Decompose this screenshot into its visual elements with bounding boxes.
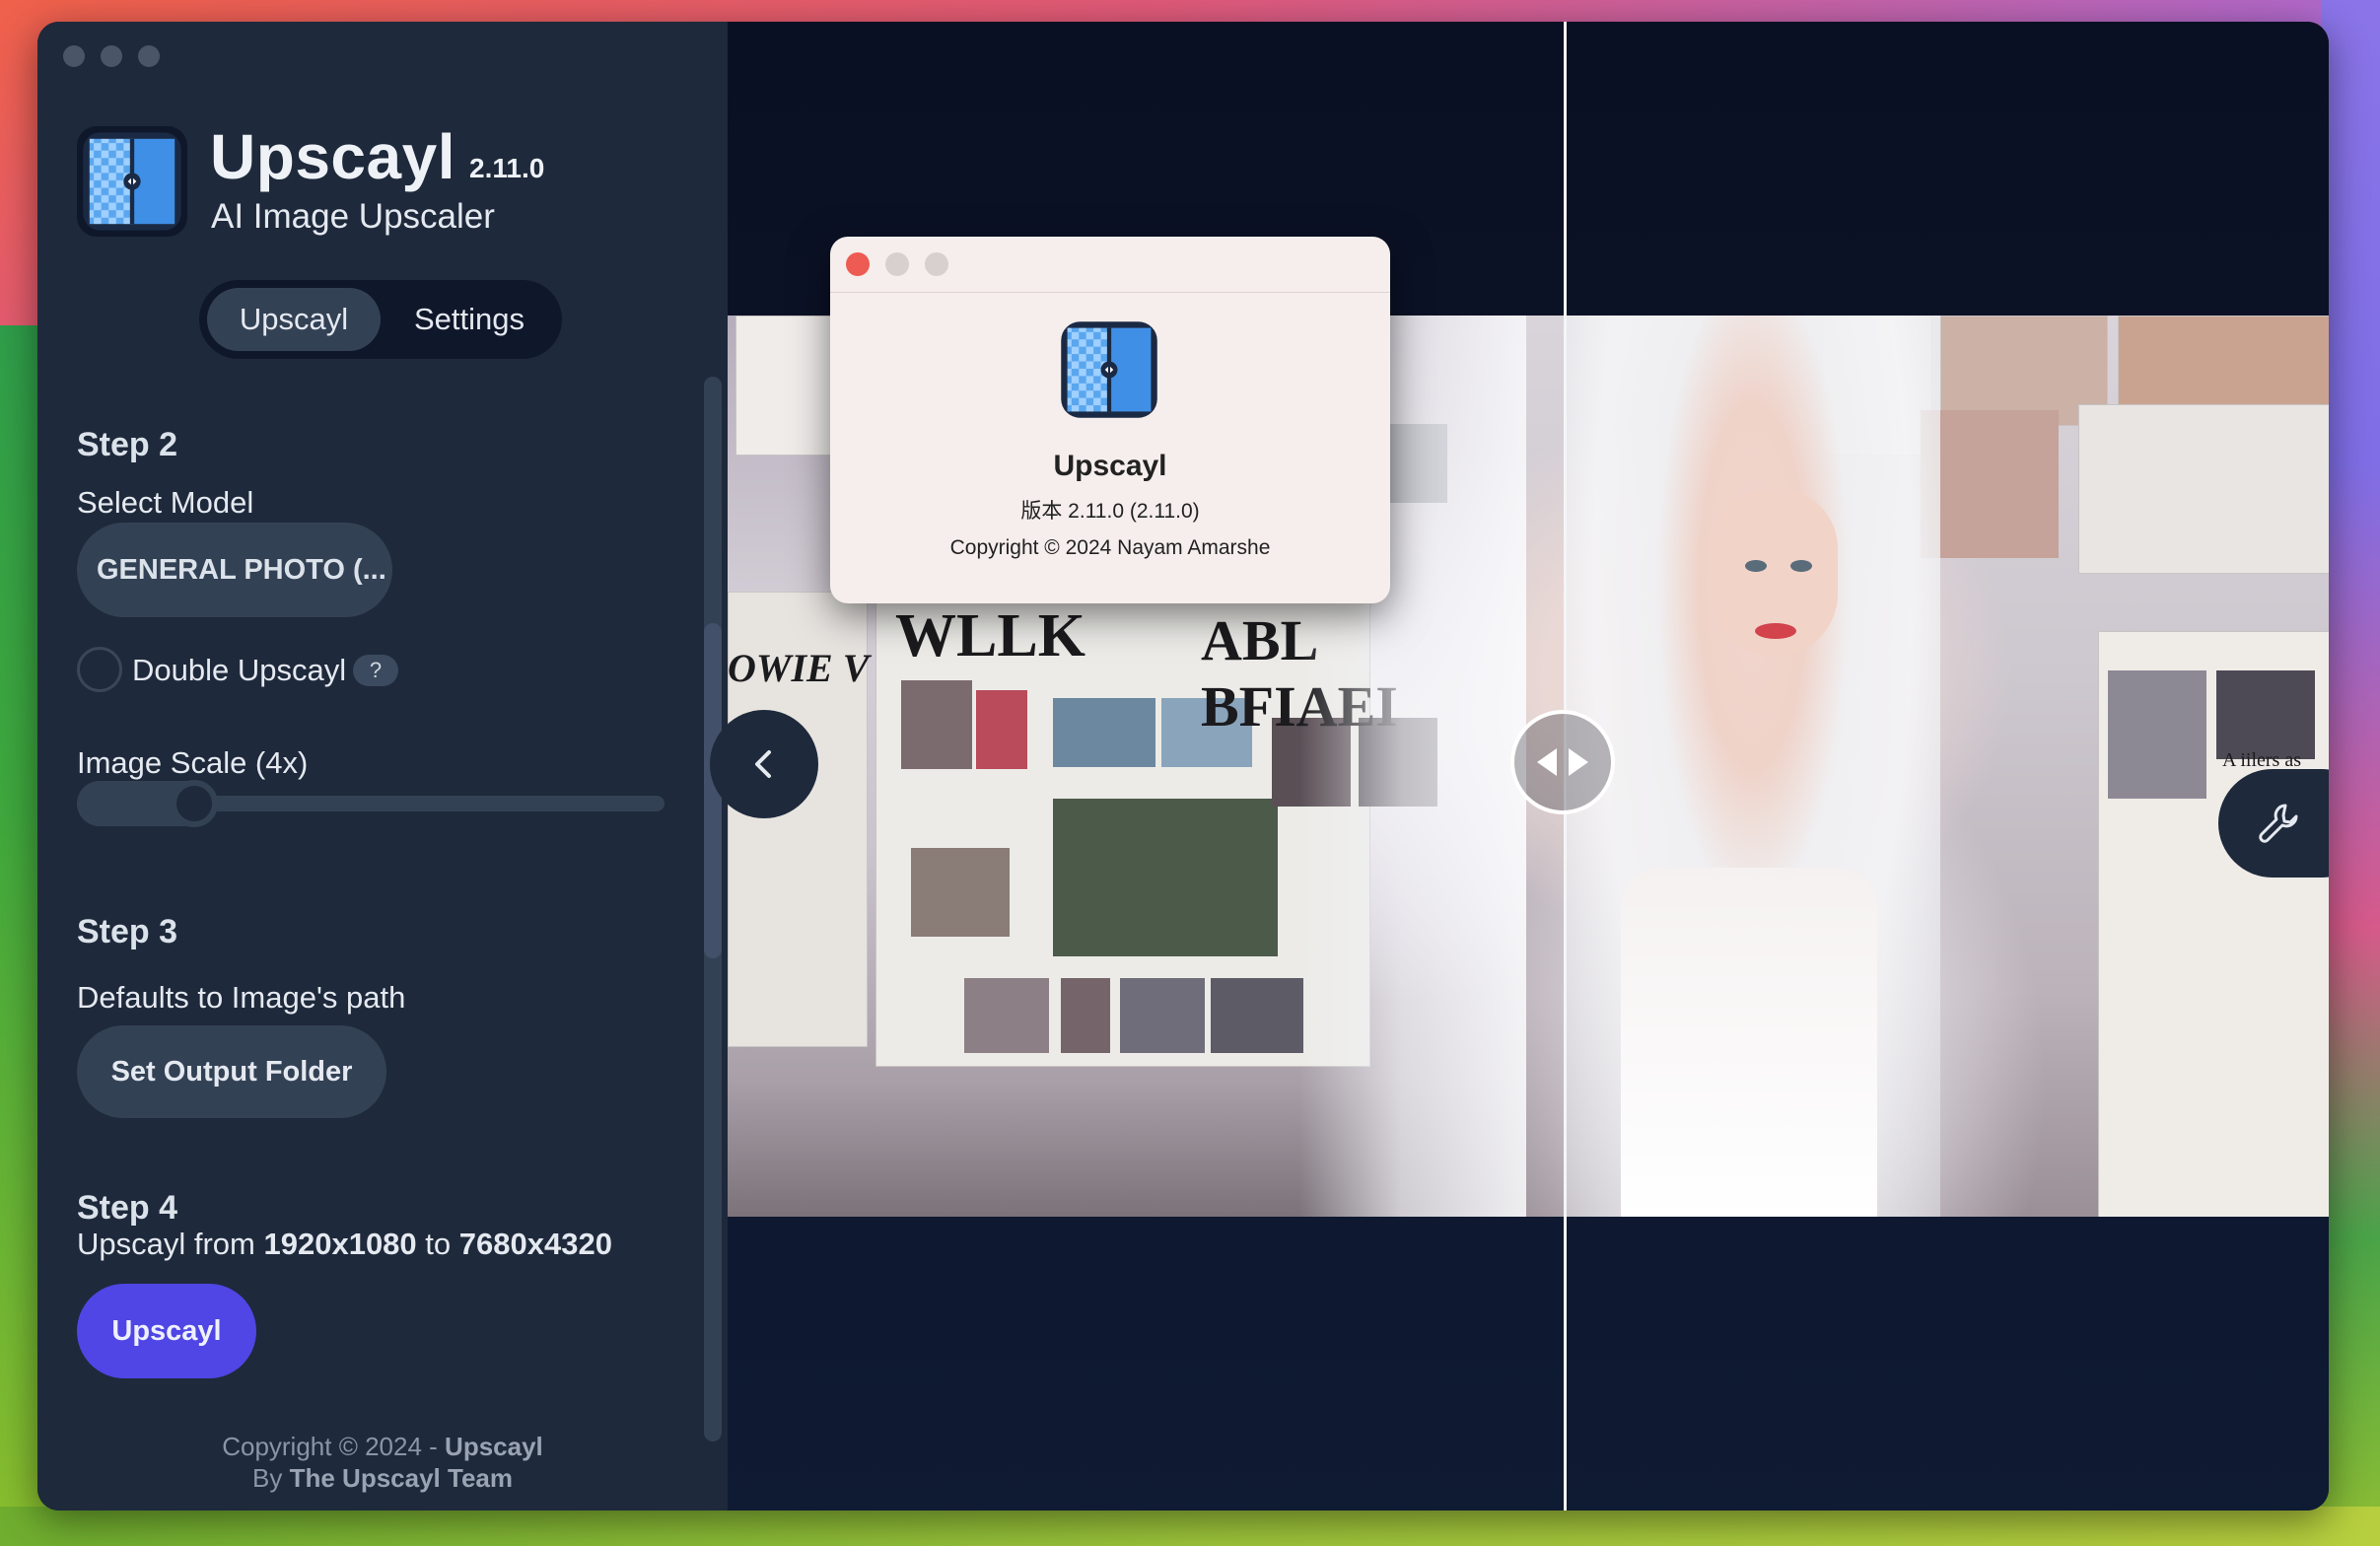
about-minimize-button	[885, 252, 909, 276]
upscayl-logo-icon	[1061, 321, 1157, 418]
step-3-title: Step 3	[77, 913, 178, 950]
upscayl-logo-icon	[83, 132, 181, 231]
double-upscayl-help-badge[interactable]: ?	[353, 655, 398, 686]
image-headline-3: OWIE V	[728, 646, 870, 690]
app-window: Upscayl 2.11.0 AI Image Upscaler Upscayl…	[37, 22, 2329, 1511]
close-window-button[interactable]	[63, 45, 85, 67]
upscaled-image-half: A iilers as	[1526, 316, 2329, 1217]
tab-bar: Upscayl Settings	[199, 280, 562, 359]
about-dialog: Upscayl 版本 2.11.0 (2.11.0) Copyright © 2…	[830, 237, 1390, 603]
source-resolution: 1920x1080	[263, 1227, 417, 1261]
resolution-summary: Upscayl from 1920x1080 to 7680x4320	[77, 1227, 612, 1262]
about-version: 版本 2.11.0 (2.11.0)	[1020, 500, 1200, 523]
minimize-window-button[interactable]	[101, 45, 122, 67]
footer-copyright-text: Copyright © 2024 -	[222, 1432, 438, 1461]
sidebar-collapse-button[interactable]	[710, 710, 818, 818]
desktop-wallpaper-right	[2321, 0, 2380, 1546]
wrench-icon	[2259, 804, 2298, 843]
double-upscayl-checkbox[interactable]	[77, 647, 122, 692]
resolution-prefix: Upscayl from	[77, 1227, 255, 1261]
about-copyright: Copyright © 2024 Nayam Amarshe	[949, 536, 1271, 559]
left-right-arrows-icon	[1537, 748, 1588, 776]
about-close-button[interactable]	[846, 252, 870, 276]
app-subtitle: AI Image Upscaler	[211, 197, 495, 236]
app-logo	[77, 126, 187, 237]
compare-divider-handle[interactable]	[1510, 710, 1615, 814]
desktop-wallpaper-bottom	[0, 1507, 2380, 1546]
target-resolution: 7680x4320	[458, 1227, 612, 1261]
double-upscayl-label[interactable]: Double Upscayl	[132, 653, 346, 688]
footer-by-text: By	[252, 1463, 283, 1493]
footer-copyright: Copyright © 2024 - Upscayl	[37, 1432, 728, 1462]
about-zoom-button	[925, 252, 948, 276]
resolution-mid: to	[425, 1227, 452, 1261]
about-dialog-titlebar	[830, 237, 1390, 293]
footer-team-link[interactable]: The Upscayl Team	[290, 1463, 513, 1493]
sidebar: Upscayl 2.11.0 AI Image Upscaler Upscayl…	[37, 22, 728, 1511]
tab-upscayl[interactable]: Upscayl	[207, 288, 381, 351]
set-output-folder-button[interactable]: Set Output Folder	[77, 1025, 386, 1118]
chevron-left-icon	[755, 750, 771, 778]
upscayl-button[interactable]: Upscayl	[77, 1284, 256, 1378]
footer-credits: By The Upscayl Team	[37, 1463, 728, 1494]
image-scale-slider-thumb[interactable]	[171, 780, 219, 827]
zoom-window-button[interactable]	[138, 45, 160, 67]
tab-settings[interactable]: Settings	[386, 288, 552, 351]
select-model-label: Select Model	[77, 485, 254, 520]
footer-brand-link[interactable]: Upscayl	[445, 1432, 543, 1461]
image-tools-button[interactable]	[2218, 769, 2329, 878]
about-app-name: Upscayl	[1053, 450, 1167, 482]
image-scale-label: Image Scale (4x)	[77, 745, 309, 780]
step-2-title: Step 2	[77, 426, 178, 463]
step-4-title: Step 4	[77, 1189, 178, 1227]
window-controls	[63, 45, 160, 67]
output-path-text: Defaults to Image's path	[77, 980, 406, 1015]
app-version: 2.11.0	[469, 153, 545, 183]
image-headline-1: WLLK	[895, 602, 1085, 669]
app-title: Upscayl	[210, 121, 455, 192]
model-select-button[interactable]: GENERAL PHOTO (...	[77, 523, 392, 617]
